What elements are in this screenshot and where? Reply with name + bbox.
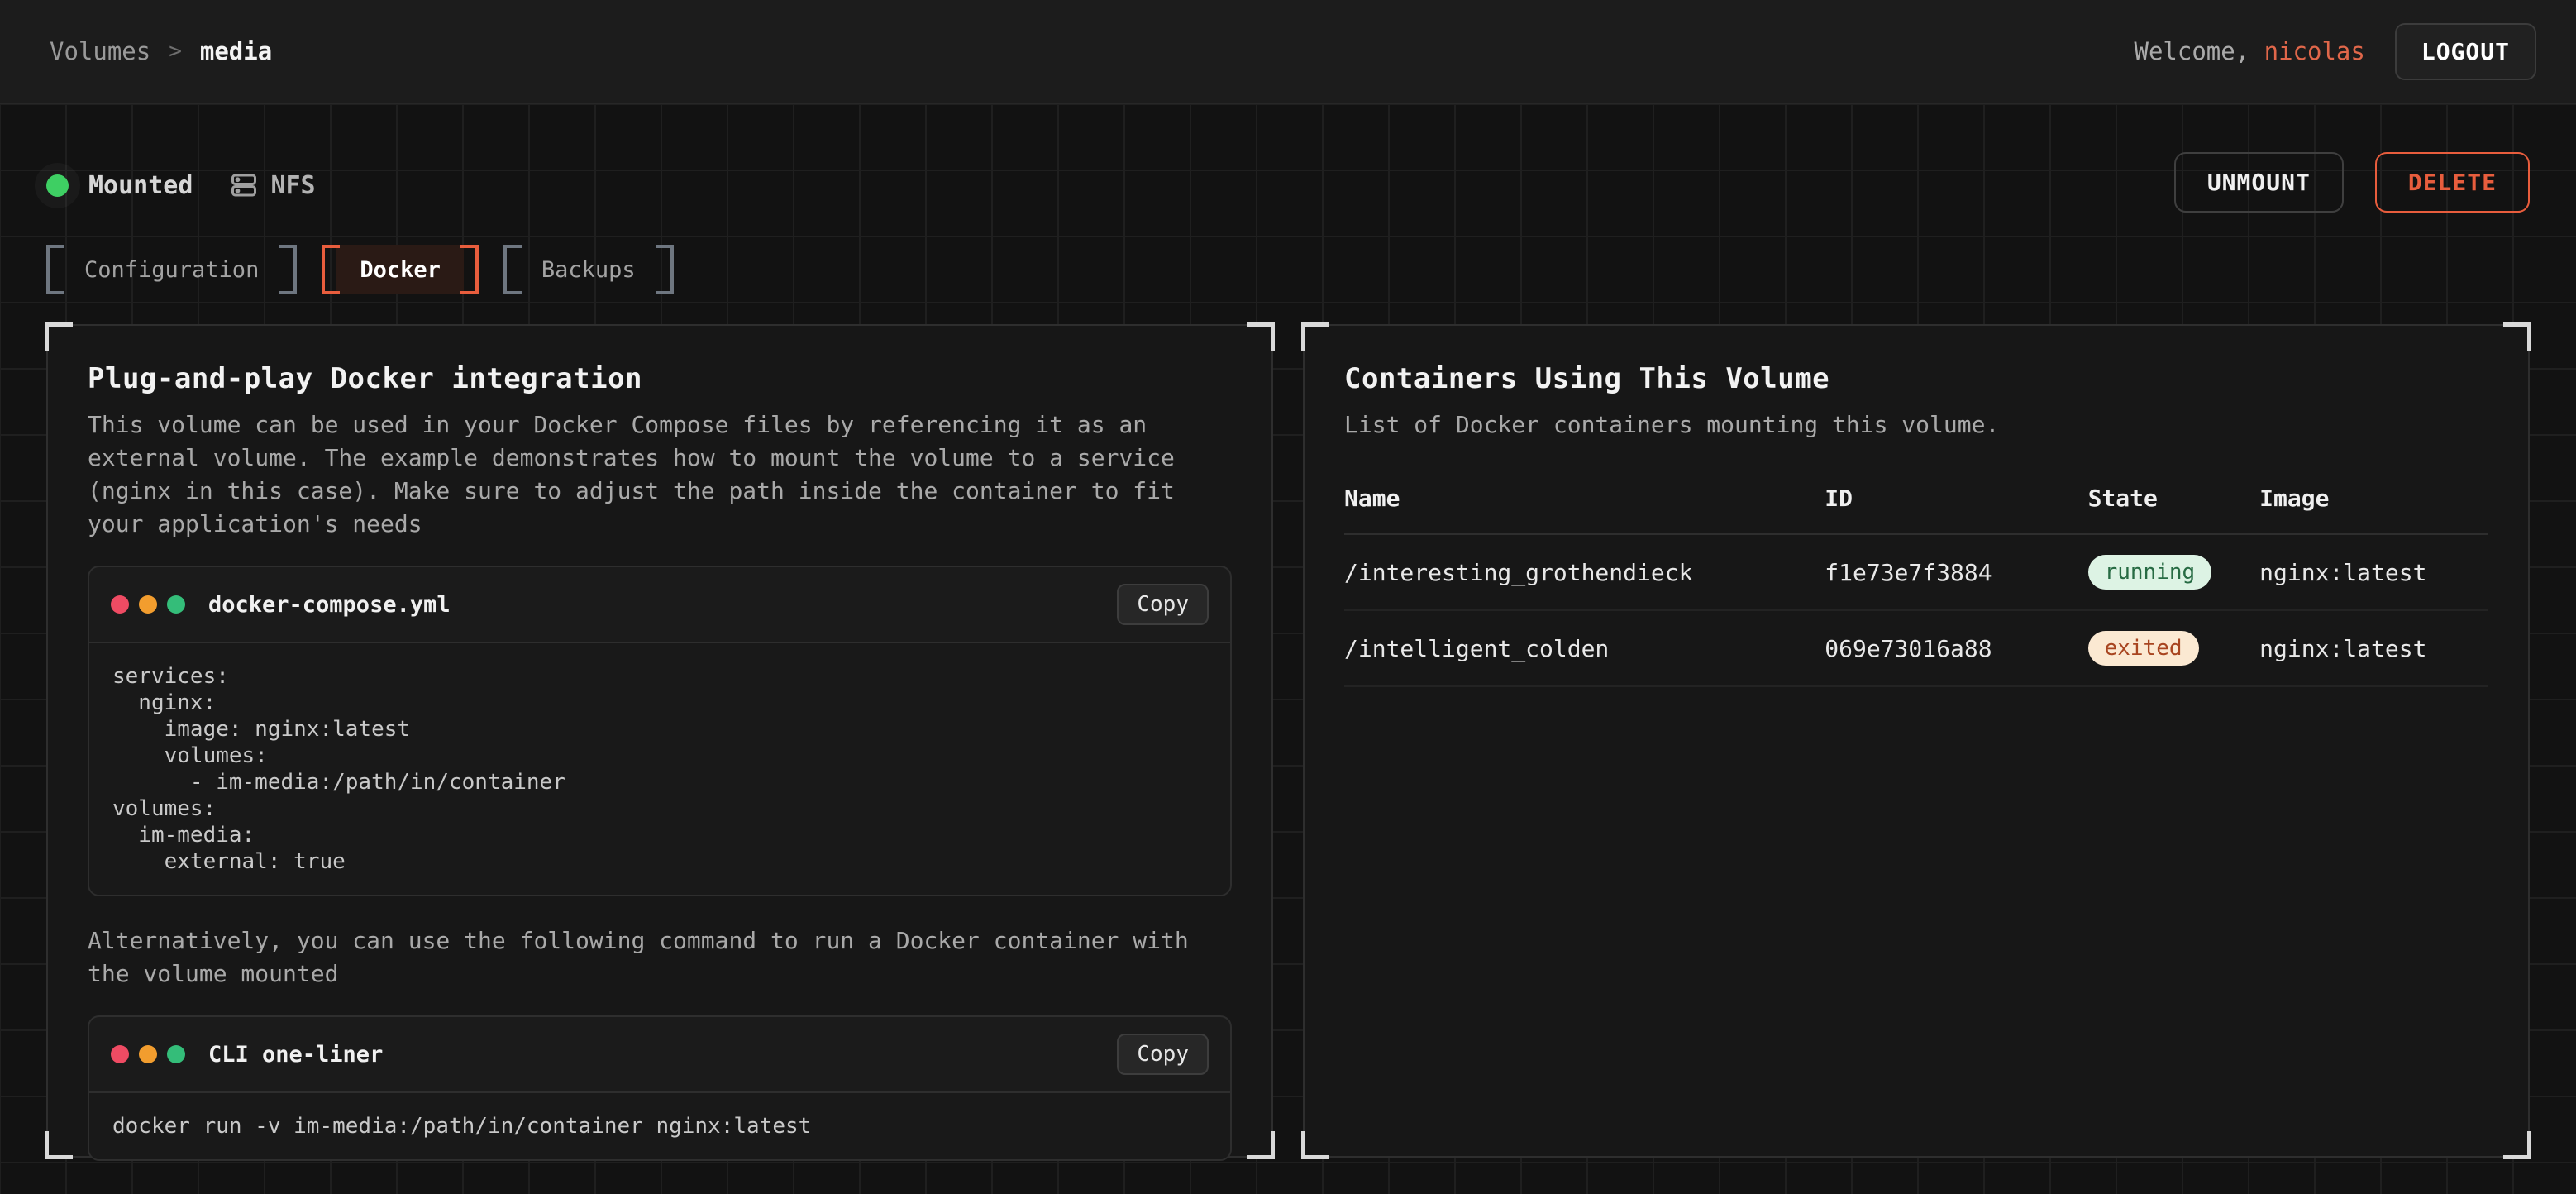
container-name: /interesting_grothendieck xyxy=(1344,534,1825,610)
breadcrumb-separator-icon: > xyxy=(169,39,182,64)
tab-backups-label: Backups xyxy=(518,245,659,294)
containers-table-header-row: Name ID State Image xyxy=(1344,485,2488,534)
docker-integration-panel: Plug-and-play Docker integration This vo… xyxy=(46,324,1273,1158)
column-header-id: ID xyxy=(1825,485,2087,534)
docker-panel-description: This volume can be used in your Docker C… xyxy=(88,408,1232,541)
panel-corner-icon xyxy=(2503,1131,2531,1159)
panel-corner-icon xyxy=(1247,322,1275,351)
volume-actions: UNMOUNT DELETE xyxy=(2174,152,2530,213)
cli-code-block: CLI one-liner Copy docker run -v im-medi… xyxy=(88,1015,1232,1161)
bracket-left-icon xyxy=(322,245,336,294)
column-header-image: Image xyxy=(2259,485,2488,534)
welcome-text: Welcome, nicolas xyxy=(2134,37,2364,65)
mounted-status-icon xyxy=(46,174,69,197)
container-name: /intelligent_colden xyxy=(1344,610,1825,686)
containers-table: Name ID State Image /interesting_grothen… xyxy=(1344,485,2488,687)
table-row: /interesting_grothendieck f1e73e7f3884 r… xyxy=(1344,534,2488,610)
cli-code-header: CLI one-liner Copy xyxy=(89,1017,1230,1091)
tab-backups[interactable]: Backups xyxy=(503,245,674,294)
delete-button[interactable]: DELETE xyxy=(2375,152,2530,213)
bracket-right-icon xyxy=(659,245,674,294)
unmount-button[interactable]: UNMOUNT xyxy=(2174,152,2344,213)
cli-code-content: docker run -v im-media:/path/in/containe… xyxy=(89,1091,1230,1159)
traffic-light-green-icon xyxy=(167,595,185,614)
tab-docker[interactable]: Docker xyxy=(322,245,479,294)
traffic-light-red-icon xyxy=(111,595,129,614)
compose-filename: docker-compose.yml xyxy=(208,592,451,618)
panel-corner-icon xyxy=(45,322,73,351)
container-image: nginx:latest xyxy=(2259,534,2488,610)
topbar-right: Welcome, nicolas LOGOUT xyxy=(2134,23,2536,80)
filesystem-type-group: NFS xyxy=(229,170,315,200)
panel-corner-icon xyxy=(2503,322,2531,351)
tab-configuration[interactable]: Configuration xyxy=(46,245,297,294)
main-content: Mounted NFS UNMOUNT DELETE Configuration… xyxy=(0,104,2576,1194)
traffic-light-red-icon xyxy=(111,1045,129,1063)
volume-status-row: Mounted NFS xyxy=(46,159,2530,212)
breadcrumb-volumes-link[interactable]: Volumes xyxy=(50,37,150,65)
tab-bar: Configuration Docker Backups xyxy=(46,245,2530,294)
panel-corner-icon xyxy=(45,1131,73,1159)
container-id: f1e73e7f3884 xyxy=(1825,534,2087,610)
panel-corner-icon xyxy=(1301,1131,1329,1159)
containers-panel-subtitle: List of Docker containers mounting this … xyxy=(1344,408,2488,442)
panel-corner-icon xyxy=(1301,322,1329,351)
filesystem-type-label: NFS xyxy=(270,171,315,200)
column-header-name: Name xyxy=(1344,485,1825,534)
breadcrumb: Volumes > media xyxy=(50,37,272,65)
topbar: Volumes > media Welcome, nicolas LOGOUT xyxy=(0,0,2576,104)
tab-configuration-label: Configuration xyxy=(61,245,282,294)
docker-panel-title: Plug-and-play Docker integration xyxy=(88,362,1232,395)
containers-panel: Containers Using This Volume List of Doc… xyxy=(1303,324,2530,1158)
logout-button[interactable]: LOGOUT xyxy=(2395,23,2536,80)
cli-copy-button[interactable]: Copy xyxy=(1117,1034,1209,1075)
mounted-status-label: Mounted xyxy=(88,171,193,200)
column-header-state: State xyxy=(2088,485,2260,534)
container-id: 069e73016a88 xyxy=(1825,610,2087,686)
window-dots xyxy=(111,1045,185,1063)
cli-intro-text: Alternatively, you can use the following… xyxy=(88,924,1232,991)
traffic-light-amber-icon xyxy=(139,1045,157,1063)
compose-copy-button[interactable]: Copy xyxy=(1117,584,1209,625)
nfs-server-icon xyxy=(229,170,259,200)
table-row: /intelligent_colden 069e73016a88 exited … xyxy=(1344,610,2488,686)
tab-docker-label: Docker xyxy=(336,245,464,294)
status-badge: running xyxy=(2088,555,2212,590)
container-image: nginx:latest xyxy=(2259,610,2488,686)
compose-code-header: docker-compose.yml Copy xyxy=(89,567,1230,642)
welcome-prefix: Welcome, xyxy=(2134,37,2264,65)
bracket-left-icon xyxy=(503,245,518,294)
username: nicolas xyxy=(2264,37,2365,65)
bracket-left-icon xyxy=(46,245,61,294)
panels-row: Plug-and-play Docker integration This vo… xyxy=(46,324,2530,1158)
compose-code-block: docker-compose.yml Copy services: nginx:… xyxy=(88,566,1232,896)
compose-code-content: services: nginx: image: nginx:latest vol… xyxy=(89,642,1230,895)
traffic-light-amber-icon xyxy=(139,595,157,614)
panel-corner-icon xyxy=(1247,1131,1275,1159)
page-title: media xyxy=(200,37,272,65)
bracket-right-icon xyxy=(464,245,479,294)
containers-panel-title: Containers Using This Volume xyxy=(1344,362,2488,395)
window-dots xyxy=(111,595,185,614)
cli-filename: CLI one-liner xyxy=(208,1042,383,1067)
status-badge: exited xyxy=(2088,631,2199,666)
traffic-light-green-icon xyxy=(167,1045,185,1063)
bracket-right-icon xyxy=(282,245,297,294)
